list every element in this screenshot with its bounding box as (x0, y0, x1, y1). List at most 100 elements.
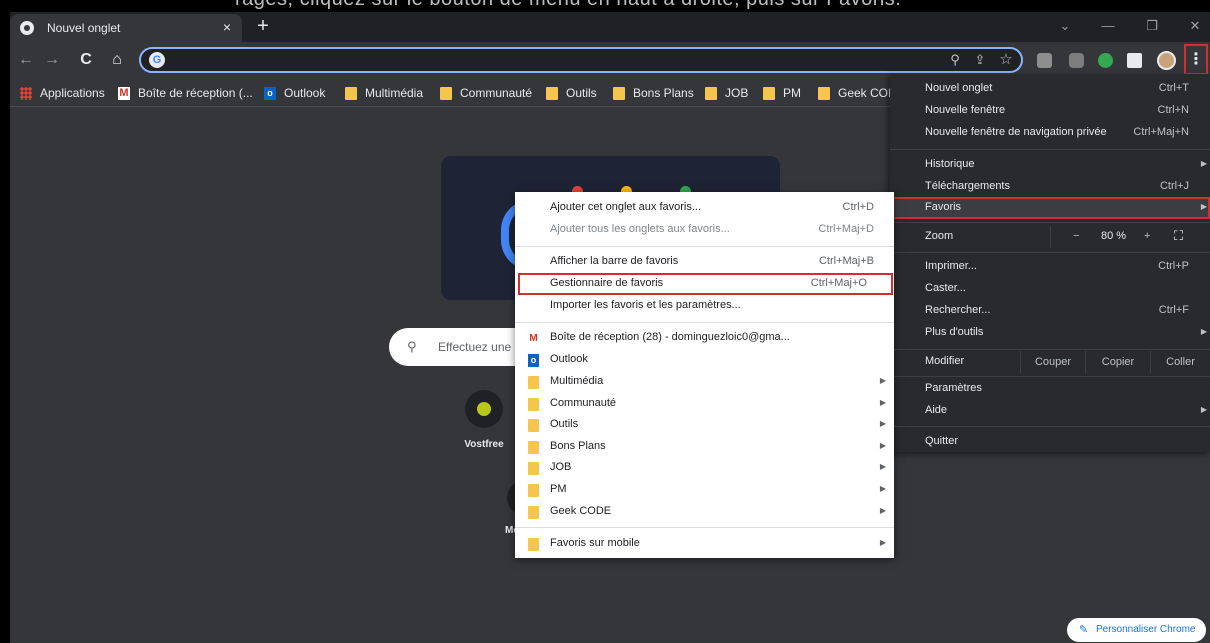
menu-item-new-tab[interactable]: Nouvel onglet Ctrl+T (890, 78, 1210, 100)
bookmark-star-icon[interactable]: ☆ (996, 51, 1016, 69)
menu-item-help[interactable]: Aide ▶ (890, 400, 1210, 422)
bookmark-folder-pm[interactable]: PM (763, 85, 801, 101)
address-bar[interactable]: G ⚲ ⇪ ☆ (139, 47, 1023, 73)
folder-icon (345, 86, 357, 100)
paste-button[interactable]: Coller (1150, 351, 1210, 373)
menu-item-quit[interactable]: Quitter (890, 431, 1210, 453)
bookmark-label: Boîte de réception (... (138, 86, 253, 100)
bookmark-folder-bons-plans[interactable]: Bons Plans (613, 85, 694, 101)
bookmark-label: PM (783, 86, 801, 100)
bookmark-folder-communaute[interactable]: Communauté (440, 85, 532, 101)
shortcut-vostfree-icon[interactable] (465, 390, 503, 428)
bookmark-folder-outils[interactable]: Outils (546, 85, 597, 101)
restore-button[interactable]: ❐ (1139, 16, 1165, 36)
avatar[interactable] (1157, 51, 1176, 70)
menu-label: Importer les favoris et les paramètres..… (550, 299, 741, 311)
close-window-button[interactable]: ✕ (1182, 16, 1208, 36)
menu-button[interactable]: ⋮ (1184, 44, 1208, 75)
back-button[interactable]: ← (16, 50, 36, 70)
menu-label: Imprimer... (925, 260, 977, 272)
submenu-folder-job[interactable]: JOB ▶ (515, 457, 894, 479)
folder-icon (528, 538, 539, 551)
bookmark-folder-geek-code[interactable]: Geek COD (818, 85, 897, 101)
menu-item-history[interactable]: Historique ▶ (890, 154, 1210, 176)
pdf-extension-icon[interactable] (1037, 53, 1052, 68)
share-icon[interactable]: ⇪ (970, 51, 990, 69)
zoom-out-button[interactable]: − (1073, 230, 1079, 242)
submenu-bookmark-outlook[interactable]: o Outlook (515, 349, 894, 371)
menu-item-new-window[interactable]: Nouvelle fenêtre Ctrl+N (890, 100, 1210, 122)
menu-item-print[interactable]: Imprimer... Ctrl+P (890, 256, 1210, 278)
customize-label: Personnaliser Chrome (1096, 624, 1196, 635)
menu-shortcut: Ctrl+Maj+D (818, 223, 874, 235)
menu-label: Nouvelle fenêtre de navigation privée (925, 126, 1107, 138)
menu-item-cast[interactable]: Caster... (890, 278, 1210, 300)
ntp-search-box[interactable]: ⚲ Effectuez une (389, 328, 529, 366)
menu-label: Historique (925, 158, 975, 170)
submenu-item-import[interactable]: Importer les favoris et les paramètres..… (515, 295, 894, 317)
menu-label: Outils (550, 418, 579, 430)
submenu-folder-geek-code[interactable]: Geek CODE ▶ (515, 501, 894, 523)
tab-new-tab[interactable]: Nouvel onglet × (10, 14, 242, 42)
folder-icon (818, 86, 830, 100)
reload-button[interactable]: C (76, 50, 96, 70)
menu-item-settings[interactable]: Paramètres (890, 378, 1210, 400)
customize-chrome-button[interactable]: ✎ Personnaliser Chrome (1067, 618, 1206, 642)
submenu-folder-communaute[interactable]: Communauté ▶ (515, 393, 894, 415)
menu-shortcut: Ctrl+F (1158, 304, 1189, 316)
submenu-item-bookmark-manager[interactable]: Gestionnaire de favoris Ctrl+Maj+O (518, 273, 893, 295)
zoom-icon[interactable]: ⚲ (945, 51, 965, 69)
bookmark-outlook[interactable]: o Outlook (264, 85, 325, 101)
menu-label: Afficher la barre de favoris (550, 255, 679, 267)
main-menu: Nouvel onglet Ctrl+T Nouvelle fenêtre Ct… (890, 74, 1210, 452)
minimize-button[interactable]: — (1095, 16, 1121, 36)
menu-item-bookmarks[interactable]: Favoris ▶ (890, 197, 1210, 219)
cut-button[interactable]: Couper (1020, 351, 1085, 373)
bookmark-applications[interactable]: Applications (20, 85, 105, 101)
submenu-item-show-bar[interactable]: Afficher la barre de favoris Ctrl+Maj+B (515, 251, 894, 273)
submenu-folder-bons-plans[interactable]: Bons Plans ▶ (515, 436, 894, 458)
menu-item-downloads[interactable]: Téléchargements Ctrl+J (890, 176, 1210, 198)
menu-item-find[interactable]: Rechercher... Ctrl+F (890, 300, 1210, 322)
menu-label: Caster... (925, 282, 966, 294)
submenu-folder-multimedia[interactable]: Multimédia ▶ (515, 371, 894, 393)
submenu-bookmark-gmail[interactable]: M Boîte de réception (28) - dominguezloi… (515, 327, 894, 349)
submenu-arrow-icon: ▶ (1200, 405, 1207, 414)
submenu-item-add-all-tabs[interactable]: Ajouter tous les onglets aux favoris... … (515, 219, 894, 241)
tab-search-icon[interactable]: ⌄ (1052, 16, 1078, 36)
extension-green-icon[interactable] (1098, 53, 1113, 68)
folder-icon (528, 484, 539, 497)
folder-icon (705, 86, 717, 100)
submenu-folder-outils[interactable]: Outils ▶ (515, 414, 894, 436)
folder-icon (528, 441, 539, 454)
submenu-item-add-tab[interactable]: Ajouter cet onglet aux favoris... Ctrl+D (515, 197, 894, 219)
submenu-arrow-icon: ▶ (1200, 202, 1207, 211)
menu-shortcut: Ctrl+J (1159, 180, 1189, 192)
puzzle-icon[interactable] (1127, 53, 1142, 68)
apps-icon (20, 86, 32, 100)
menu-divider (890, 252, 1210, 253)
search-icon: ⚲ (407, 339, 417, 354)
menu-item-incognito[interactable]: Nouvelle fenêtre de navigation privée Ct… (890, 122, 1210, 144)
bookmark-label: Applications (40, 86, 105, 100)
bookmark-folder-job[interactable]: JOB (705, 85, 748, 101)
menu-label: Ajouter cet onglet aux favoris... (550, 201, 702, 213)
home-button[interactable]: ⌂ (107, 50, 127, 70)
menu-label: Gestionnaire de favoris (550, 277, 664, 289)
copy-button[interactable]: Copier (1085, 351, 1150, 373)
submenu-folder-mobile[interactable]: Favoris sur mobile ▶ (515, 533, 894, 555)
close-tab-icon[interactable]: × (218, 18, 236, 36)
menu-shortcut: Ctrl+T (1158, 82, 1189, 94)
menu-item-more-tools[interactable]: Plus d'outils ▶ (890, 322, 1210, 344)
folder-icon (528, 376, 539, 389)
folder-icon (440, 86, 452, 100)
zoom-in-button[interactable]: + (1144, 230, 1150, 242)
bookmark-folder-multimedia[interactable]: Multimédia (345, 85, 423, 101)
forward-button[interactable]: → (42, 50, 62, 70)
outlook-icon: o (528, 354, 539, 367)
submenu-folder-pm[interactable]: PM ▶ (515, 479, 894, 501)
fullscreen-icon[interactable]: ⛶ (1174, 228, 1183, 244)
extension-icon[interactable] (1069, 53, 1084, 68)
bookmark-gmail[interactable]: M Boîte de réception (... (118, 85, 253, 101)
new-tab-button[interactable]: + (252, 15, 274, 37)
